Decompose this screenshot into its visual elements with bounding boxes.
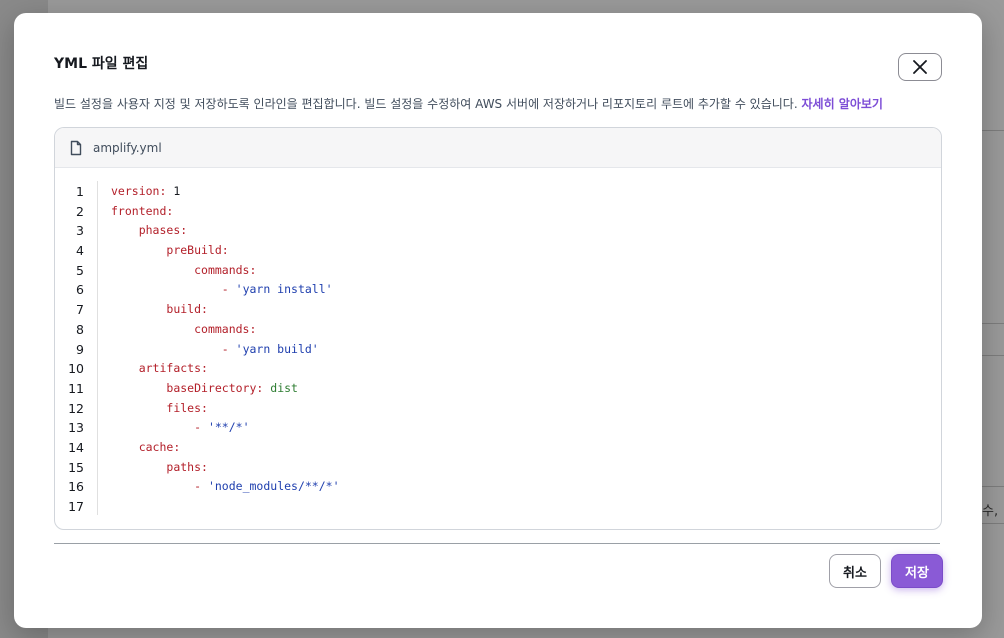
yaml-key: files (166, 400, 202, 415)
editor-header: amplify.yml (55, 128, 941, 168)
description-text: 빌드 설정을 사용자 지정 및 저장하도록 인라인을 편집합니다. 빌드 설정을… (54, 97, 798, 111)
background-text: 수, (982, 504, 999, 519)
code-text: preBuild: (166, 243, 229, 258)
code-line: 2 frontend: (55, 202, 941, 222)
code-text: commands: (194, 262, 257, 277)
code-area[interactable]: 1 version: 1 2 frontend: 3 phases: 4 preBuild… (55, 182, 941, 517)
yaml-value: '**/*' (207, 420, 250, 435)
yaml-key: artifacts (138, 361, 202, 376)
cancel-button[interactable]: 취소 (829, 554, 881, 588)
yaml-key: phases (138, 223, 181, 238)
line-number: 10 (68, 361, 84, 377)
yaml-key: paths (166, 459, 202, 474)
modal-description: 빌드 설정을 사용자 지정 및 저장하도록 인라인을 편집합니다. 빌드 설정을… (54, 95, 883, 112)
yml-editor[interactable]: amplify.yml 1 version: 1 2 frontend: 3 phase… (54, 127, 942, 530)
code-text: - '**/*' (194, 420, 250, 435)
modal-title: YML 파일 편집 (54, 56, 149, 72)
yaml-key: build (166, 302, 202, 317)
code-line: 9 - 'yarn build' (55, 340, 941, 360)
yaml-value: 1 (173, 184, 181, 198)
code-text: - 'yarn install' (221, 282, 333, 297)
footer-divider (54, 543, 940, 544)
yaml-key: preBuild (166, 243, 222, 258)
close-button[interactable] (898, 53, 942, 81)
line-number: 15 (68, 459, 84, 475)
code-line: 17 (55, 497, 941, 517)
code-line: 3 phases: (55, 221, 941, 241)
line-number: 1 (76, 184, 84, 199)
yaml-value: 'node_modules/**/*' (207, 479, 340, 494)
code-line: 14 cache: (55, 438, 941, 458)
code-text: baseDirectory: dist (166, 380, 298, 395)
code-text: - 'yarn build' (221, 341, 319, 356)
line-number: 16 (68, 479, 84, 495)
yaml-key: version (111, 184, 160, 198)
code-text: version: 1 (111, 184, 181, 198)
code-line: 1 version: 1 (55, 182, 941, 202)
line-number: 5 (76, 262, 84, 278)
yaml-value: 'yarn install' (235, 282, 333, 297)
code-text: cache: (138, 439, 181, 454)
edit-yml-modal: YML 파일 편집 빌드 설정을 사용자 지정 및 저장하도록 인라인을 편집합… (14, 13, 982, 628)
line-number: 7 (76, 302, 84, 318)
code-text: commands: (194, 321, 257, 336)
close-icon (913, 60, 927, 74)
yaml-key: cache (138, 439, 174, 454)
line-number: 4 (76, 243, 84, 259)
code-line: 10 artifacts: (55, 359, 941, 379)
code-line: 15 paths: (55, 458, 941, 478)
yaml-value: dist (270, 380, 298, 395)
code-line: 16 - 'node_modules/**/*' (55, 477, 941, 497)
code-text: files: (166, 400, 208, 415)
line-number: 6 (76, 282, 84, 298)
code-text: paths: (166, 459, 208, 474)
file-icon (68, 140, 84, 156)
code-text: build: (166, 302, 208, 317)
learn-more-link[interactable]: 자세히 알아보기 (801, 97, 882, 111)
code-line: 11 baseDirectory: dist (55, 379, 941, 399)
line-number: 12 (68, 400, 84, 416)
line-number: 14 (68, 439, 84, 455)
code-text: - 'node_modules/**/*' (194, 479, 340, 494)
yaml-key: baseDirectory (166, 380, 257, 395)
line-number: 13 (68, 420, 84, 436)
line-number: 17 (68, 499, 84, 514)
code-text: frontend: (111, 203, 174, 218)
line-number: 8 (76, 321, 84, 337)
save-button[interactable]: 저장 (891, 554, 943, 588)
line-number: 3 (76, 223, 84, 239)
yaml-key: commands (194, 321, 250, 336)
code-line: 4 preBuild: (55, 241, 941, 261)
code-line: 6 - 'yarn install' (55, 280, 941, 300)
code-text: artifacts: (138, 361, 208, 376)
yaml-value: 'yarn build' (235, 341, 319, 356)
line-number: 11 (68, 380, 84, 396)
yaml-key: frontend (111, 203, 167, 218)
code-line: 5 commands: (55, 261, 941, 281)
code-line: 7 build: (55, 300, 941, 320)
file-name: amplify.yml (93, 140, 162, 155)
code-line: 8 commands: (55, 320, 941, 340)
line-number: 2 (76, 203, 84, 219)
code-line: 12 files: (55, 399, 941, 419)
code-text: phases: (138, 223, 188, 238)
line-number: 9 (76, 341, 84, 357)
code-line: 13 - '**/*' (55, 418, 941, 438)
yaml-key: commands (194, 262, 250, 277)
